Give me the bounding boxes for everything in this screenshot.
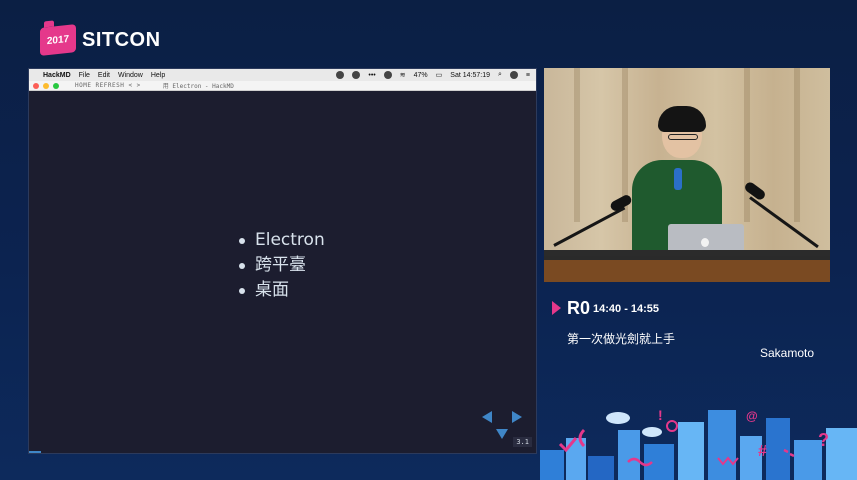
wifi-icon[interactable]: ≋ bbox=[400, 71, 406, 79]
close-window-button[interactable] bbox=[33, 82, 39, 89]
search-icon bbox=[666, 420, 678, 432]
menu-file[interactable]: File bbox=[79, 72, 90, 79]
slide-bullets: Electron 跨平臺 桌面 bbox=[239, 228, 325, 303]
mic-stand-right bbox=[749, 196, 819, 249]
notification-icon[interactable]: ≡ bbox=[526, 72, 530, 79]
building bbox=[540, 450, 564, 480]
logo-badge: 2017 bbox=[40, 24, 76, 56]
curtain-fold bbox=[574, 68, 580, 222]
battery-icon[interactable]: ▭ bbox=[436, 71, 443, 79]
bullet-item: 桌面 bbox=[239, 278, 325, 303]
city-illustration: ! @ # ? bbox=[540, 407, 857, 480]
mic-stand-left bbox=[553, 206, 626, 247]
building bbox=[826, 428, 857, 480]
cloud-icon bbox=[642, 427, 662, 437]
screen-share: HackMD File Edit Window Help ••• ≋ 47% ▭… bbox=[28, 68, 537, 454]
building bbox=[678, 422, 704, 480]
minimize-window-button[interactable] bbox=[43, 82, 49, 89]
siri-icon[interactable] bbox=[509, 71, 518, 79]
battery-percent[interactable]: 47% bbox=[414, 72, 428, 79]
status-icon[interactable] bbox=[336, 71, 345, 79]
speaker-hair bbox=[658, 106, 706, 132]
more-icon[interactable]: ••• bbox=[368, 72, 375, 79]
handheld-mic bbox=[674, 168, 682, 190]
room-label: R0 bbox=[567, 298, 591, 318]
window-titlebar: HOME REFRESH < > 用 Electron - HackMD bbox=[29, 81, 536, 91]
menu-edit[interactable]: Edit bbox=[98, 72, 110, 79]
slide-progress-bar bbox=[29, 451, 41, 453]
building bbox=[618, 430, 640, 480]
question-icon: ? bbox=[818, 430, 829, 450]
mac-menubar: HackMD File Edit Window Help ••• ≋ 47% ▭… bbox=[29, 69, 536, 81]
building bbox=[588, 456, 614, 480]
curtain-fold bbox=[794, 68, 800, 222]
menu-window[interactable]: Window bbox=[118, 72, 143, 79]
window-title: 用 Electron - HackMD bbox=[162, 83, 234, 90]
building bbox=[708, 410, 736, 480]
bullet-item: 跨平臺 bbox=[239, 253, 325, 278]
slide-navigation bbox=[482, 405, 522, 439]
menubar-clock[interactable]: Sat 14:57:19 bbox=[450, 72, 490, 79]
play-icon bbox=[552, 301, 561, 315]
building bbox=[766, 418, 790, 480]
exclamation-icon: ! bbox=[658, 407, 663, 423]
slide-canvas: Electron 跨平臺 桌面 3.1 bbox=[29, 91, 536, 453]
menu-help[interactable]: Help bbox=[151, 72, 165, 79]
cloud-icon bbox=[606, 412, 630, 424]
prev-slide-icon[interactable] bbox=[482, 411, 492, 423]
hash-icon: # bbox=[758, 443, 767, 460]
dropbox-icon[interactable] bbox=[352, 71, 361, 79]
building bbox=[644, 444, 674, 480]
bullet-item: Electron bbox=[239, 228, 325, 253]
talk-title: 第一次做光劍就上手 bbox=[567, 332, 676, 346]
spotlight-icon[interactable]: ⌕ bbox=[498, 71, 502, 79]
session-info: R0 14:40 - 14:55 第一次做光劍就上手 Sakamoto bbox=[552, 298, 832, 368]
session-time: 14:40 - 14:55 bbox=[593, 303, 660, 315]
apple-logo-icon bbox=[701, 238, 709, 247]
stage bbox=[544, 256, 830, 282]
speaker-name: Sakamoto bbox=[759, 346, 814, 360]
browser-nav[interactable]: HOME REFRESH < > bbox=[75, 82, 141, 89]
sitcon-logo: 2017 SITCON bbox=[40, 24, 161, 56]
down-slide-icon[interactable] bbox=[496, 429, 508, 439]
zoom-window-button[interactable] bbox=[53, 82, 59, 89]
menu-app-name[interactable]: HackMD bbox=[43, 72, 71, 79]
camera-feed bbox=[544, 68, 830, 282]
speaker-glasses bbox=[668, 134, 698, 140]
logo-year: 2017 bbox=[46, 33, 70, 47]
airplay-icon[interactable] bbox=[383, 71, 392, 79]
slide-number: 3.1 bbox=[513, 437, 532, 447]
logo-name: SITCON bbox=[82, 28, 161, 51]
next-slide-icon[interactable] bbox=[512, 411, 522, 423]
at-icon: @ bbox=[746, 409, 758, 423]
